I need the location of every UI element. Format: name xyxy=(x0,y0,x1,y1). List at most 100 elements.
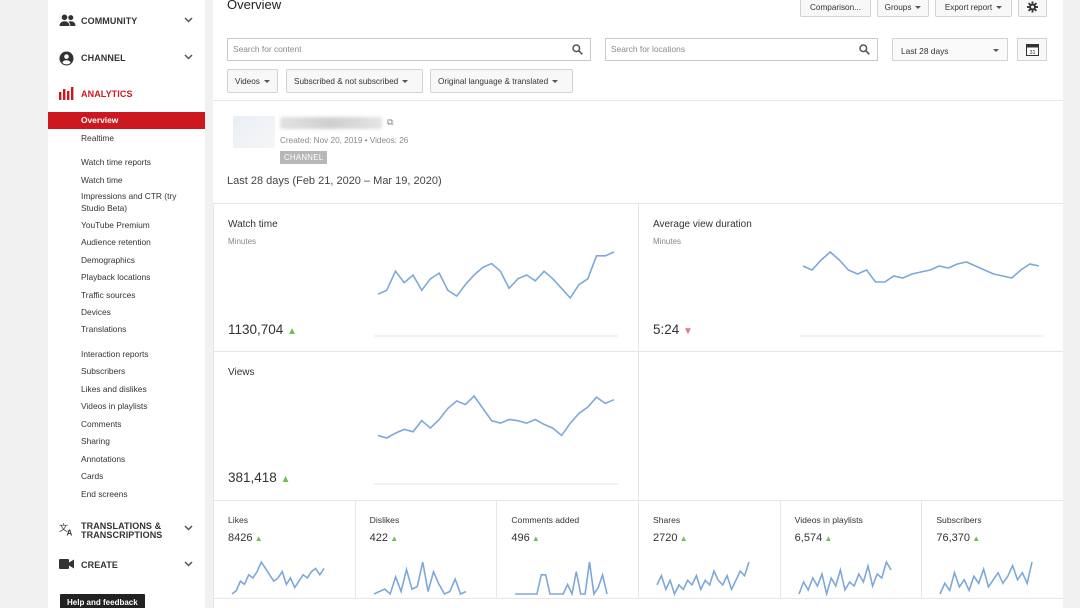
watch-time-trend-line xyxy=(377,251,615,300)
trend-up-icon: ▲ xyxy=(388,534,399,543)
mini-metric-trend-line xyxy=(515,561,609,596)
calendar-day: 31 xyxy=(1029,50,1035,56)
sidebar-item-videos-in-playlists[interactable]: Videos in playlists xyxy=(48,398,205,415)
sidebar-item-youtube-premium[interactable]: YouTube Premium xyxy=(48,217,205,234)
translate-icon: 文A xyxy=(59,522,75,536)
avg-view-duration-trend-line xyxy=(802,250,1040,283)
sidebar-item-interaction-reports[interactable]: Interaction reports xyxy=(48,346,205,363)
sidebar-section-analytics[interactable]: ANALYTICS xyxy=(48,81,205,107)
sidebar-item-audience-retention[interactable]: Audience retention xyxy=(48,234,205,251)
chevron-down-icon xyxy=(184,54,193,60)
content-search[interactable] xyxy=(227,38,591,61)
sidebar: COMMUNITY CHANNEL ANALYTICS Overview Rea… xyxy=(48,0,205,608)
views-value: 381,418 ▲ xyxy=(228,470,290,485)
trend-up-icon: ▲ xyxy=(822,534,833,543)
mini-metric-card[interactable]: Subscribers 76,370 ▲ xyxy=(921,500,1063,598)
caret-down-icon xyxy=(263,79,270,83)
sidebar-item-impressions[interactable]: Impressions and CTR (try Studio Beta) xyxy=(48,189,205,215)
watch-time-title: Watch time xyxy=(228,219,278,230)
mini-metric-sparkline xyxy=(231,560,325,595)
trend-up-icon: ▲ xyxy=(280,474,291,485)
groups-button[interactable]: Groups xyxy=(877,0,929,17)
avg-view-duration-card[interactable]: Average view duration Minutes 5:24 ▼ xyxy=(638,203,1063,351)
sidebar-item-playback-locations[interactable]: Playback locations xyxy=(48,269,205,286)
watch-time-card[interactable]: Watch time Minutes 1130,704 ▲ xyxy=(213,203,638,351)
sidebar-item-sharing[interactable]: Sharing xyxy=(48,433,205,450)
avg-view-duration-title: Average view duration xyxy=(653,219,752,230)
location-search[interactable] xyxy=(605,38,911,61)
sidebar-item-annotations[interactable]: Annotations xyxy=(48,451,205,468)
watch-time-sparkline xyxy=(374,251,618,337)
mini-metric-card[interactable]: Videos in playlists 6,574 ▲ xyxy=(779,500,922,598)
help-feedback-button[interactable]: Help and feedback xyxy=(60,594,145,608)
calendar-button[interactable]: 31 xyxy=(1017,38,1047,61)
mini-metric-number: 422 xyxy=(369,532,389,544)
main-panel: Overview Comparison... Groups Export rep… xyxy=(213,0,1063,608)
mini-metric-value: 6,574 ▲ xyxy=(795,532,833,544)
sidebar-item-watch-time-reports[interactable]: Watch time reports xyxy=(48,154,205,171)
sidebar-item-comments[interactable]: Comments xyxy=(48,416,205,433)
sidebar-section-create[interactable]: CREATE xyxy=(48,552,205,578)
sidebar-section-community[interactable]: COMMUNITY xyxy=(48,8,205,34)
caret-down-icon xyxy=(915,5,922,9)
videos-filter-button[interactable]: Videos xyxy=(227,69,278,93)
settings-button[interactable] xyxy=(1018,0,1047,17)
video-camera-icon xyxy=(59,558,75,572)
mini-metric-title: Videos in playlists xyxy=(794,515,863,525)
mini-metric-trend-line xyxy=(939,561,1034,595)
date-range-value: Last 28 days xyxy=(901,46,949,56)
caret-down-icon xyxy=(402,79,409,83)
mini-metric-title: Shares xyxy=(653,515,681,525)
sidebar-section-translations[interactable]: 文A TRANSLATIONS & TRANSCRIPTIONS xyxy=(48,516,205,542)
sidebar-section-channel[interactable]: CHANNEL xyxy=(48,45,205,71)
mini-metric-sparkline xyxy=(939,561,1034,595)
watch-time-unit: Minutes xyxy=(228,237,257,246)
views-card[interactable]: Views 381,418 ▲ xyxy=(213,351,638,500)
mini-metric-number: 8426 xyxy=(228,532,253,544)
sidebar-section-label: COMMUNITY xyxy=(81,16,138,26)
trend-down-icon: ▼ xyxy=(683,326,693,337)
sidebar-item-cards[interactable]: Cards xyxy=(48,468,205,485)
avg-view-duration-value: 5:24 ▼ xyxy=(653,322,693,337)
sidebar-section-label: CREATE xyxy=(81,560,118,570)
sidebar-item-likes-dislikes[interactable]: Likes and dislikes xyxy=(48,381,205,398)
caret-down-icon xyxy=(996,5,1003,9)
mini-metric-number: 2720 xyxy=(653,532,678,544)
channel-avatar xyxy=(233,116,275,148)
language-filter-button[interactable]: Original language & translated xyxy=(430,69,573,93)
sidebar-item-realtime[interactable]: Realtime xyxy=(48,130,205,147)
sidebar-section-label: TRANSLATIONS & TRANSCRIPTIONS xyxy=(81,521,163,540)
sidebar-item-subscribers[interactable]: Subscribers xyxy=(48,363,205,380)
external-link-icon[interactable]: ⧉ xyxy=(387,117,393,128)
sidebar-item-overview[interactable]: Overview xyxy=(48,112,205,129)
date-range-select[interactable]: Last 28 days xyxy=(892,38,1008,61)
export-label: Export report xyxy=(944,2,993,12)
mini-metric-number: 496 xyxy=(511,532,530,544)
sidebar-item-translations[interactable]: Translations xyxy=(48,321,205,338)
sidebar-item-traffic-sources[interactable]: Traffic sources xyxy=(48,287,205,304)
subscribed-filter-button[interactable]: Subscribed & not subscribed xyxy=(286,69,423,93)
mini-metric-trend-line xyxy=(231,560,325,595)
mini-metric-card[interactable]: Comments added 496 ▲ xyxy=(496,500,638,598)
mini-metric-title: Subscribers xyxy=(936,515,982,525)
mini-metric-title: Dislikes xyxy=(369,515,400,525)
date-range-text: Last 28 days (Feb 21, 2020 – Mar 19, 202… xyxy=(227,175,442,187)
mini-metric-card[interactable]: Likes 8426 ▲ xyxy=(213,500,355,598)
sidebar-item-devices[interactable]: Devices xyxy=(48,304,205,321)
caret-down-icon xyxy=(993,49,999,52)
sidebar-item-watch-time[interactable]: Watch time xyxy=(48,172,205,189)
chevron-down-icon xyxy=(184,17,193,23)
svg-text:A: A xyxy=(67,529,73,537)
comparison-label: Comparison... xyxy=(810,2,861,12)
chevron-down-icon xyxy=(184,525,193,531)
mini-metric-card[interactable]: Dislikes 422 ▲ xyxy=(354,500,497,598)
sidebar-item-demographics[interactable]: Demographics xyxy=(48,252,205,269)
export-report-button[interactable]: Export report xyxy=(935,0,1012,17)
sidebar-section-label: ANALYTICS xyxy=(81,89,133,99)
comparison-button[interactable]: Comparison... xyxy=(800,0,871,17)
sidebar-item-end-screens[interactable]: End screens xyxy=(48,486,205,503)
views-sparkline xyxy=(374,394,618,485)
mini-metric-card[interactable]: Shares 2720 ▲ xyxy=(638,500,780,598)
content-search-input[interactable] xyxy=(233,44,533,54)
mini-metric-value: 8426 ▲ xyxy=(228,532,263,544)
